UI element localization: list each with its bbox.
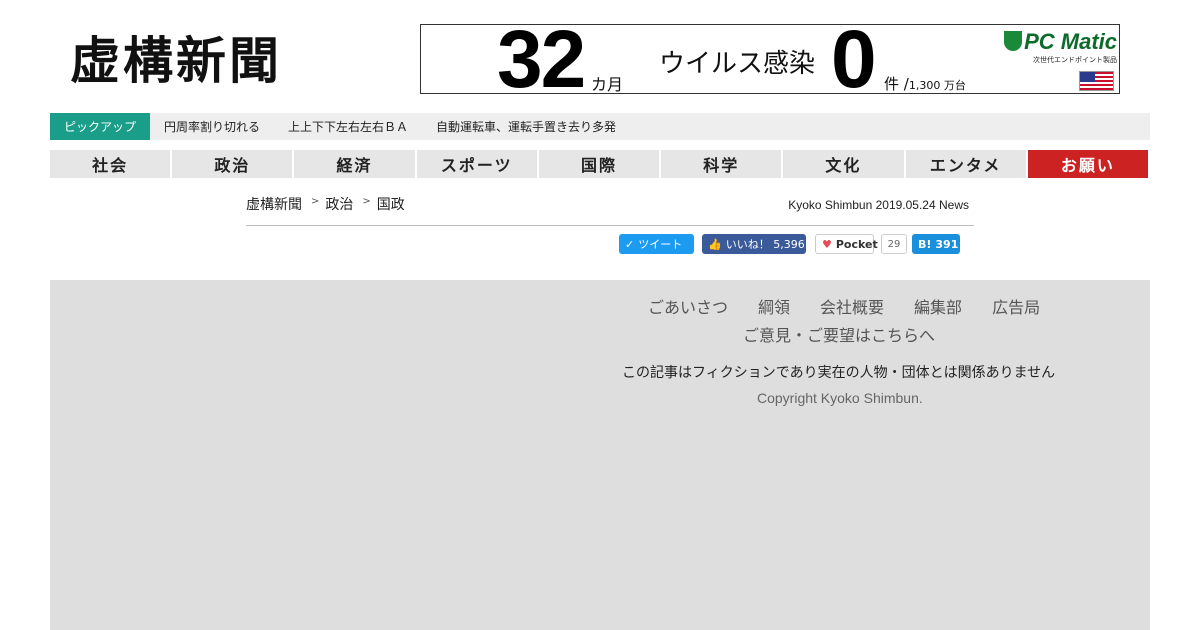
ad-infection-number: 0	[831, 24, 877, 94]
article-byline: Kyoko Shimbun 2019.05.24 News	[788, 198, 969, 212]
ad-brand-name: PC Matic	[1024, 29, 1117, 54]
nav-item-request[interactable]: お願い	[1027, 150, 1148, 178]
pocket-icon: ♥	[822, 237, 832, 251]
category-nav: 社会 政治 経済 スポーツ 国際 科学 文化 エンタメ お願い	[50, 150, 1148, 178]
us-flag-icon	[1079, 71, 1114, 91]
ad-virus-text: ウイルス感染	[659, 49, 816, 79]
pocket-button[interactable]: ♥ Pocket	[815, 234, 878, 254]
chevron-right-icon: >	[362, 196, 371, 207]
pickup-label: ピックアップ	[50, 113, 150, 140]
pickup-item[interactable]: 自動運転車、運転手置き去り多発	[436, 118, 616, 135]
footer-link-advertising[interactable]: 広告局	[992, 294, 1040, 318]
ad-months-number: 32	[497, 24, 586, 94]
footer-link-principles[interactable]: 綱領	[758, 294, 790, 318]
nav-item-culture[interactable]: 文化	[783, 150, 906, 178]
tweet-button[interactable]: ✓ ツイート	[619, 234, 694, 254]
breadcrumb-national[interactable]: 国政	[377, 194, 405, 214]
hatena-bookmark-button[interactable]: B! 391	[912, 234, 960, 254]
nav-item-society[interactable]: 社会	[50, 150, 173, 178]
hatena-count: 391	[935, 237, 959, 251]
pickup-item[interactable]: 円周率割り切れる	[164, 118, 260, 135]
shield-icon	[1004, 31, 1023, 51]
site-logo[interactable]: 虚構新聞	[70, 30, 310, 92]
pickup-bar: ピックアップ 円周率割り切れる 上上下下左右左右ＢＡ 自動運転車、運転手置き去り…	[50, 113, 1150, 140]
hatena-icon: B!	[918, 237, 932, 251]
thumbs-up-icon: 👍	[708, 237, 722, 251]
ad-brand-sub: 次世代エンドポイント製品	[1033, 56, 1117, 64]
pocket-label: Pocket	[835, 237, 878, 251]
ad-brand-row: PC Matic	[1001, 29, 1117, 55]
pickup-item[interactable]: 上上下下左右左右ＢＡ	[288, 118, 408, 135]
footer-link-feedback[interactable]: ご意見・ご要望はこちらへ	[743, 322, 935, 346]
nav-item-politics[interactable]: 政治	[172, 150, 295, 178]
footer-copyright: Copyright Kyoko Shimbun.	[757, 390, 923, 406]
breadcrumb-home[interactable]: 虚構新聞	[246, 194, 302, 214]
footer-link-greeting[interactable]: ごあいさつ	[648, 294, 728, 318]
nav-item-international[interactable]: 国際	[538, 150, 662, 178]
breadcrumb-politics[interactable]: 政治	[325, 194, 353, 214]
ad-brand: PC Matic 次世代エンドポイント製品	[1001, 29, 1117, 65]
tweet-label: ツイート	[638, 238, 683, 251]
footer: ごあいさつ 綱領 会社概要 編集部 広告局 ご意見・ご要望はこちらへ この記事は…	[50, 280, 1150, 630]
chevron-right-icon: >	[311, 196, 320, 207]
twitter-bird-icon: ✓	[625, 237, 635, 251]
ad-months-unit: カ月	[591, 75, 624, 94]
ad-banner[interactable]: 32 カ月 ウイルス感染 0 件 /1,300 万台 PC Matic 次世代エ…	[420, 24, 1120, 94]
nav-item-science[interactable]: 科学	[661, 150, 784, 178]
pocket-count: 29	[881, 234, 907, 254]
footer-link-editorial[interactable]: 編集部	[914, 294, 962, 318]
ad-infection-unit: 件 /1,300 万台	[884, 73, 966, 93]
nav-item-economy[interactable]: 経済	[294, 150, 417, 178]
footer-disclaimer: この記事はフィクションであり実在の人物・団体とは関係ありません	[622, 365, 1056, 381]
footer-link-company[interactable]: 会社概要	[820, 294, 884, 318]
divider	[246, 225, 974, 226]
like-count: 5,396	[773, 237, 805, 251]
like-label: いいね！	[725, 238, 770, 251]
ad-infection-unit-main: 件 /	[884, 75, 909, 93]
facebook-like-button[interactable]: 👍 いいね！ 5,396	[702, 234, 806, 254]
footer-links: ごあいさつ 綱領 会社概要 編集部 広告局	[648, 294, 1070, 318]
ad-device-count: 1,300 万台	[908, 79, 966, 92]
nav-item-entertainment[interactable]: エンタメ	[905, 150, 1028, 178]
nav-item-sports[interactable]: スポーツ	[416, 150, 539, 178]
breadcrumb: 虚構新聞 > 政治 > 国政	[246, 194, 405, 214]
